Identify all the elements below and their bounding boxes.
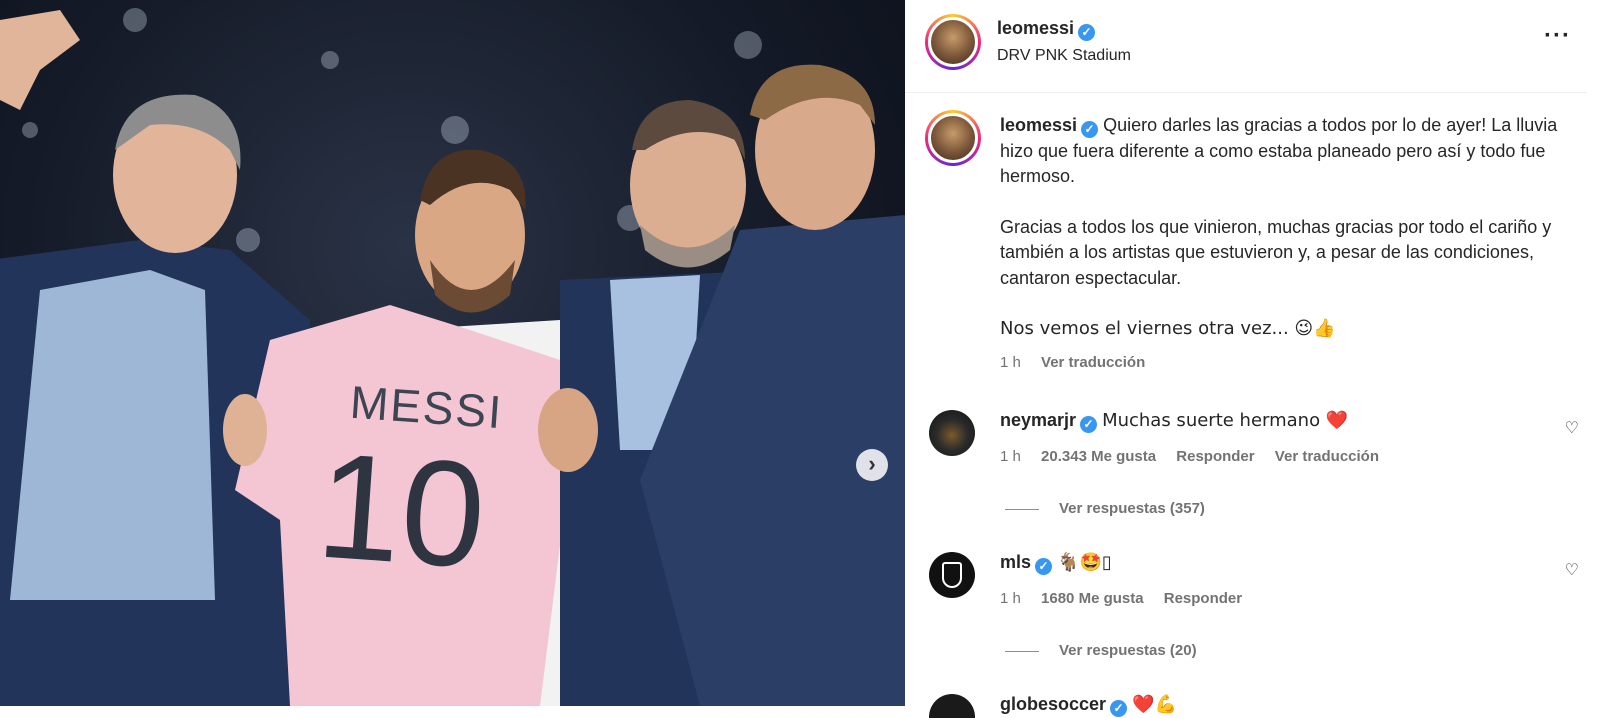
verified-badge-icon: ✓: [1078, 24, 1096, 41]
comment-reply-button[interactable]: Responder: [1176, 448, 1254, 465]
more-options-icon[interactable]: ···: [1544, 22, 1571, 50]
comment-time: 1 h: [1000, 590, 1021, 607]
jersey-number: 10: [312, 420, 491, 600]
comment-text: 🐐🤩▯: [1057, 552, 1112, 573]
verified-badge-icon: ✓: [1080, 416, 1098, 433]
photo-illustration: [0, 8, 905, 706]
comment-username[interactable]: mls: [1000, 552, 1031, 572]
comment-likes[interactable]: 20.343 Me gusta: [1041, 448, 1156, 465]
verified-badge-icon: ✓: [1081, 121, 1099, 138]
like-heart-icon[interactable]: ♡: [1565, 418, 1579, 438]
caption-translate-link[interactable]: Ver traducción: [1041, 354, 1145, 371]
post-header: leomessi ✓ DRV PNK Stadium ···: [905, 0, 1587, 93]
comment-username[interactable]: neymarjr: [1000, 410, 1076, 430]
author-username[interactable]: leomessi: [997, 18, 1074, 38]
author-avatar[interactable]: [925, 14, 981, 70]
comment-reply-button[interactable]: Responder: [1164, 590, 1242, 607]
comment-body: globesoccer ✓ ❤️💪: [1000, 694, 1540, 717]
view-replies-button[interactable]: Ver respuestas (20): [1005, 642, 1197, 659]
comment-item: globesoccer ✓ ❤️💪: [905, 694, 1587, 718]
like-heart-icon[interactable]: ♡: [1565, 560, 1579, 580]
comment-item: mls ✓ 🐐🤩▯ 1 h 1680 Me gusta Responder ♡: [905, 552, 1587, 652]
post-location[interactable]: DRV PNK Stadium: [997, 47, 1131, 65]
post-caption: leomessi ✓ Quiero darles las gracias a to…: [1000, 113, 1580, 375]
comment-translate-link[interactable]: Ver traducción: [1275, 448, 1379, 465]
view-replies-button[interactable]: Ver respuestas (357): [1005, 500, 1205, 517]
caption-username[interactable]: leomessi: [1000, 115, 1077, 135]
comment-text: ❤️💪: [1132, 694, 1177, 715]
post-side-panel: leomessi ✓ DRV PNK Stadium ··· leomessi ✓ …: [905, 0, 1600, 718]
comment-meta: 1 h 20.343 Me gusta Responder Ver traduc…: [1000, 448, 1395, 465]
caption-paragraph-2: Gracias a todos los que vinieron, muchas…: [1000, 216, 1552, 288]
comment-meta: 1 h 1680 Me gusta Responder: [1000, 590, 1258, 607]
post-photo[interactable]: MESSI 10 ›: [0, 0, 905, 706]
verified-badge-icon: ✓: [1110, 700, 1128, 717]
comment-body: mls ✓ 🐐🤩▯: [1000, 552, 1540, 575]
comment-avatar[interactable]: [929, 410, 975, 456]
comment-avatar[interactable]: [929, 552, 975, 598]
comment-likes[interactable]: 1680 Me gusta: [1041, 590, 1144, 607]
comment-avatar[interactable]: [929, 694, 975, 718]
caption-meta: 1 h Ver traducción: [1000, 350, 1580, 376]
comment-username[interactable]: globesoccer: [1000, 694, 1106, 714]
caption-time: 1 h: [1000, 353, 1021, 371]
comment-text: Muchas suerte hermano ❤️: [1102, 410, 1349, 431]
caption-paragraph-1: leomessi ✓ Quiero darles las gracias a to…: [1000, 113, 1580, 190]
caption-paragraph-3: Nos vemos el viernes otra vez... 😉👍: [1000, 318, 1336, 339]
caption-avatar[interactable]: [925, 110, 981, 166]
mls-logo-icon: [942, 562, 962, 588]
comment-time: 1 h: [1000, 448, 1021, 465]
verified-badge-icon: ✓: [1035, 558, 1053, 575]
next-photo-button[interactable]: ›: [856, 449, 888, 481]
comment-body: neymarjr ✓ Muchas suerte hermano ❤️: [1000, 410, 1540, 433]
